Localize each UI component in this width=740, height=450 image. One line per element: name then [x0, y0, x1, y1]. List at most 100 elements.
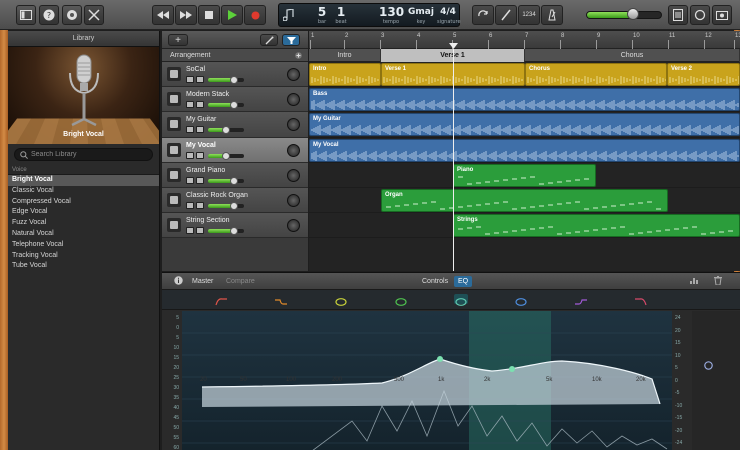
controls-tab[interactable]: Controls [418, 276, 452, 287]
library-item[interactable]: Fuzz Vocal [8, 218, 159, 229]
output-gain-knob-icon[interactable] [704, 361, 713, 370]
track-pan-knob[interactable] [287, 93, 300, 107]
region[interactable]: Verse 2 [667, 63, 740, 86]
region[interactable]: Piano [453, 163, 596, 187]
region[interactable]: My Guitar [309, 113, 740, 137]
notepad-button[interactable] [668, 5, 688, 25]
library-item[interactable]: Compressed Vocal [8, 197, 159, 208]
track-pan-knob[interactable] [287, 143, 300, 157]
eq-band-8-button[interactable] [634, 294, 648, 306]
track-lane[interactable]: Intro Verse 1 Chorus Verse 2 [309, 62, 740, 88]
region[interactable]: Bass [309, 88, 740, 112]
media-browser-button[interactable] [712, 5, 732, 25]
arrangement-section[interactable]: Intro [309, 49, 381, 62]
editors-button[interactable] [84, 5, 104, 25]
tuner-button[interactable] [495, 5, 517, 25]
loop-browser-button[interactable] [690, 5, 710, 25]
track-volume-slider[interactable] [208, 227, 244, 236]
region[interactable]: Intro [309, 63, 381, 86]
track-headphones-button[interactable] [196, 76, 204, 83]
track-volume-knob[interactable] [229, 176, 238, 185]
track-volume-slider[interactable] [208, 126, 244, 135]
stop-button[interactable] [198, 5, 220, 25]
track-lane[interactable]: My Guitar [309, 112, 740, 138]
arrangement-section[interactable]: Chorus [525, 49, 740, 62]
eq-band-3-button[interactable] [334, 294, 348, 306]
track-volume-slider[interactable] [208, 176, 244, 185]
add-section-icon[interactable] [295, 52, 302, 59]
eq-band-7-button[interactable] [574, 294, 588, 305]
lcd-display[interactable]: 5 bar 1 beat 130 tempo Gmaj key 4/4 sign… [278, 3, 461, 27]
library-item[interactable]: Bright Vocal [8, 175, 159, 186]
track-pan-knob[interactable] [287, 193, 300, 207]
track-headphones-button[interactable] [196, 227, 204, 235]
playhead-handle-icon[interactable] [449, 43, 458, 49]
track-volume-knob[interactable] [222, 151, 230, 160]
track-mute-button[interactable] [186, 76, 194, 83]
eq-band-5-button[interactable] [454, 294, 468, 306]
filter-button[interactable] [282, 34, 300, 46]
playhead[interactable] [449, 43, 458, 271]
library-item[interactable]: Tube Vocal [8, 261, 159, 272]
track-mute-button[interactable] [186, 101, 194, 109]
eq-band-handle-5[interactable] [509, 366, 515, 372]
forward-button[interactable] [175, 5, 197, 25]
track-volume-knob[interactable] [229, 76, 238, 84]
track-volume-knob[interactable] [229, 201, 238, 210]
cycle-button[interactable] [472, 5, 494, 25]
track-headphones-button[interactable] [196, 176, 204, 184]
library-search[interactable] [14, 148, 153, 161]
library-item[interactable]: Natural Vocal [8, 229, 159, 240]
track-volume-slider[interactable] [208, 201, 244, 210]
help-button[interactable]: ? [39, 5, 59, 25]
eq-tab[interactable]: EQ [454, 276, 473, 287]
track-headphones-button[interactable] [196, 151, 204, 159]
region[interactable]: Chorus [525, 63, 667, 86]
smart-tool-button[interactable] [260, 34, 278, 46]
eq-band-2-button[interactable] [274, 294, 288, 305]
track-headphones-button[interactable] [196, 101, 204, 109]
track-volume-slider[interactable] [208, 151, 244, 160]
track-volume-slider[interactable] [208, 101, 244, 110]
track-headphones-button[interactable] [196, 126, 204, 134]
eq-band-handle-4[interactable] [437, 356, 443, 362]
track-headphones-button[interactable] [196, 201, 204, 209]
analyzer-button[interactable] [686, 276, 704, 287]
master-volume-slider[interactable] [586, 8, 662, 20]
add-track-button[interactable]: + [168, 34, 188, 46]
track-mute-button[interactable] [186, 227, 194, 235]
track-lane[interactable]: Strings [309, 213, 740, 239]
library-item[interactable]: Tracking Vocal [8, 251, 159, 262]
track-header[interactable]: Grand Piano [162, 162, 308, 188]
track-mute-button[interactable] [186, 201, 194, 209]
arrangement-track-header[interactable]: Arrangement [162, 49, 308, 62]
eq-graph[interactable]: 20 50 100 200 500 1k 2k 5k 10k 20k [182, 311, 672, 450]
ruler[interactable]: 12345678910111213 [309, 31, 740, 49]
library-search-input[interactable] [31, 149, 151, 160]
library-button[interactable] [16, 5, 36, 25]
metronome-button[interactable] [541, 5, 563, 25]
region[interactable]: My Vocal [309, 138, 740, 162]
master-volume-knob[interactable] [626, 8, 639, 20]
track-pan-knob[interactable] [287, 168, 300, 182]
library-item[interactable]: Classic Vocal [8, 186, 159, 197]
track-lane[interactable]: Organ [309, 188, 740, 214]
track-volume-knob[interactable] [222, 126, 230, 135]
delete-button[interactable] [710, 276, 726, 287]
track-header[interactable]: Modern Stack [162, 87, 308, 113]
track-lane[interactable]: Bass [309, 87, 740, 113]
track-header[interactable]: SoCal [162, 62, 308, 88]
play-button[interactable] [221, 5, 243, 25]
smart-controls-button[interactable] [62, 5, 82, 25]
track-pan-knob[interactable] [287, 219, 300, 233]
info-button[interactable] [170, 276, 187, 287]
track-volume-knob[interactable] [229, 227, 238, 236]
eq-band-4-button[interactable] [394, 294, 408, 306]
eq-band-1-button[interactable] [214, 294, 228, 306]
track-header[interactable]: Classic Rock Organ [162, 187, 308, 214]
track-header[interactable]: String Section [162, 213, 308, 239]
track-mute-button[interactable] [186, 176, 194, 184]
compare-button[interactable]: Compare [222, 276, 259, 287]
track-mute-button[interactable] [186, 151, 194, 159]
library-item[interactable]: Edge Vocal [8, 207, 159, 218]
